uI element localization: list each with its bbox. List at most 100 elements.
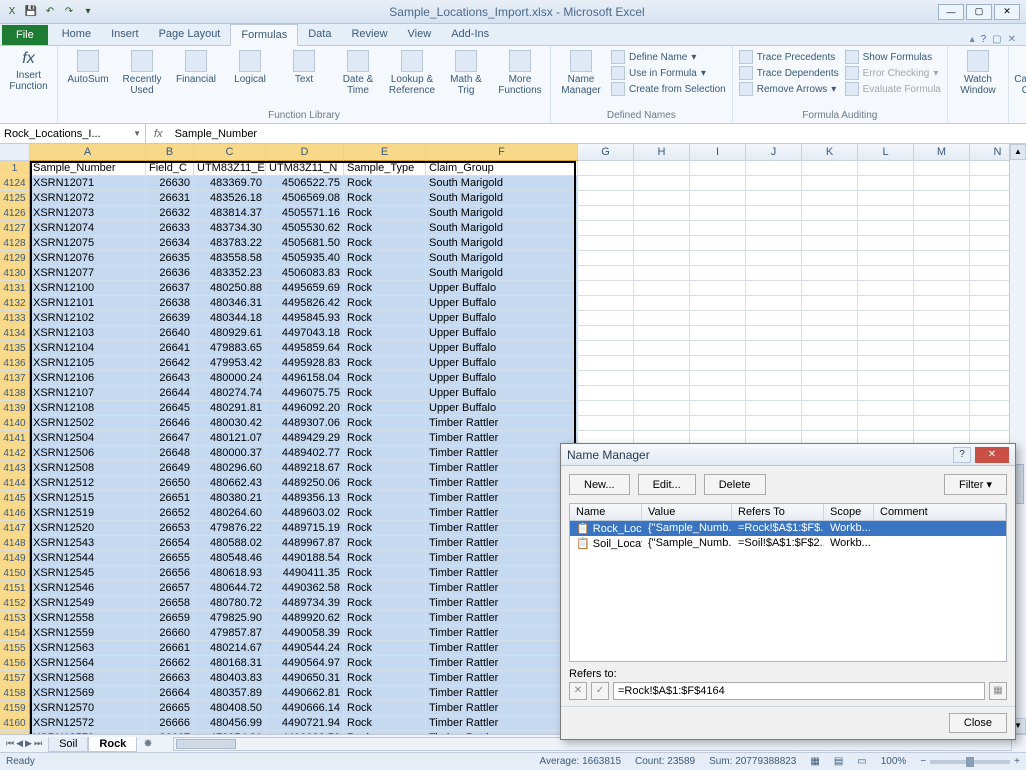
cell[interactable]: XSRN12100 [30, 281, 146, 296]
cell[interactable]: 480000.24 [194, 371, 266, 386]
cell[interactable]: 480456.99 [194, 716, 266, 731]
cell[interactable] [802, 326, 858, 341]
cell[interactable]: 4490650.31 [266, 671, 344, 686]
cell[interactable] [802, 311, 858, 326]
new-sheet-icon[interactable]: ✸ [137, 737, 158, 750]
cell[interactable]: XSRN12077 [30, 266, 146, 281]
cell[interactable]: Rock [344, 191, 426, 206]
cell[interactable]: 26665 [146, 701, 194, 716]
cell[interactable]: 4505935.40 [266, 251, 344, 266]
cell[interactable] [914, 356, 970, 371]
cell[interactable] [690, 296, 746, 311]
cell[interactable]: 479883.65 [194, 341, 266, 356]
cell[interactable]: 480250.88 [194, 281, 266, 296]
cell[interactable]: XSRN12101 [30, 296, 146, 311]
row-header[interactable]: 4148 [0, 536, 30, 551]
cell[interactable] [914, 341, 970, 356]
cell[interactable]: 4495659.69 [266, 281, 344, 296]
cell[interactable]: 26659 [146, 611, 194, 626]
cell[interactable] [858, 311, 914, 326]
sheet-tab-rock[interactable]: Rock [88, 737, 137, 752]
row-header[interactable]: 4149 [0, 551, 30, 566]
cell[interactable]: Upper Buffalo [426, 371, 578, 386]
header-cell[interactable]: Claim_Group [426, 161, 578, 176]
cell[interactable]: XSRN12544 [30, 551, 146, 566]
sheet-tab-soil[interactable]: Soil [48, 737, 88, 752]
cell[interactable] [746, 416, 802, 431]
col-header-E[interactable]: E [344, 144, 426, 161]
first-sheet-icon[interactable]: ⏮ [6, 738, 14, 749]
row-header[interactable]: 4154 [0, 626, 30, 641]
cell[interactable]: 26658 [146, 596, 194, 611]
row-header[interactable]: 4124 [0, 176, 30, 191]
cell[interactable]: 483526.18 [194, 191, 266, 206]
cell[interactable]: Timber Rattler [426, 716, 578, 731]
row-header[interactable]: 4131 [0, 281, 30, 296]
cell[interactable]: 4495859.64 [266, 341, 344, 356]
cell[interactable] [802, 281, 858, 296]
row-header[interactable]: 4146 [0, 506, 30, 521]
minimize-button[interactable]: — [938, 4, 964, 20]
cell[interactable]: Rock [344, 611, 426, 626]
cell[interactable]: XSRN12515 [30, 491, 146, 506]
cell[interactable] [690, 236, 746, 251]
cell[interactable]: Rock [344, 716, 426, 731]
math-trig-button[interactable]: Math & Trig [442, 50, 490, 96]
cell[interactable]: Upper Buffalo [426, 311, 578, 326]
cell[interactable]: Rock [344, 506, 426, 521]
cell[interactable]: 480408.50 [194, 701, 266, 716]
cell[interactable]: Rock [344, 626, 426, 641]
cell[interactable]: Rock [344, 551, 426, 566]
cell[interactable]: Timber Rattler [426, 611, 578, 626]
cell[interactable]: 4490411.35 [266, 566, 344, 581]
cell[interactable] [802, 251, 858, 266]
cell[interactable] [578, 266, 634, 281]
cell[interactable] [858, 281, 914, 296]
cell[interactable]: South Marigold [426, 176, 578, 191]
cell[interactable] [578, 206, 634, 221]
cell[interactable]: Rock [344, 596, 426, 611]
cell[interactable]: 4489402.77 [266, 446, 344, 461]
cell[interactable] [634, 266, 690, 281]
cell[interactable]: 480548.46 [194, 551, 266, 566]
header-cell[interactable]: Sample_Number [30, 161, 146, 176]
cell[interactable]: Rock [344, 491, 426, 506]
cell[interactable] [578, 176, 634, 191]
cell[interactable]: Timber Rattler [426, 641, 578, 656]
autosum-button[interactable]: AutoSum [64, 50, 112, 85]
cell[interactable]: 26652 [146, 506, 194, 521]
cell[interactable]: Timber Rattler [426, 581, 578, 596]
cell[interactable]: 26660 [146, 626, 194, 641]
cell[interactable] [690, 191, 746, 206]
cell[interactable]: XSRN12549 [30, 596, 146, 611]
cell[interactable]: Upper Buffalo [426, 401, 578, 416]
row-header[interactable]: 4157 [0, 671, 30, 686]
tab-add-ins[interactable]: Add-Ins [441, 24, 499, 45]
cell[interactable]: Rock [344, 641, 426, 656]
cell[interactable] [690, 221, 746, 236]
row-header[interactable]: 4147 [0, 521, 30, 536]
cell[interactable] [914, 296, 970, 311]
cell[interactable] [746, 251, 802, 266]
cell[interactable] [858, 356, 914, 371]
cell[interactable]: 26638 [146, 296, 194, 311]
cell[interactable] [914, 386, 970, 401]
prev-sheet-icon[interactable]: ◀ [16, 738, 23, 749]
cell[interactable] [578, 251, 634, 266]
col-header-I[interactable]: I [690, 144, 746, 161]
cell[interactable]: XSRN12504 [30, 431, 146, 446]
row-header[interactable]: 4125 [0, 191, 30, 206]
cell[interactable]: Rock [344, 686, 426, 701]
cell[interactable] [746, 206, 802, 221]
cell[interactable]: 4489429.29 [266, 431, 344, 446]
cell[interactable]: Upper Buffalo [426, 281, 578, 296]
cell[interactable]: 26651 [146, 491, 194, 506]
cell[interactable] [578, 281, 634, 296]
cell[interactable]: XSRN12568 [30, 671, 146, 686]
cell[interactable]: Upper Buffalo [426, 356, 578, 371]
cell[interactable]: Rock [344, 266, 426, 281]
cell[interactable]: Timber Rattler [426, 671, 578, 686]
cell[interactable] [914, 281, 970, 296]
cell[interactable]: 4489356.13 [266, 491, 344, 506]
cell[interactable] [914, 236, 970, 251]
